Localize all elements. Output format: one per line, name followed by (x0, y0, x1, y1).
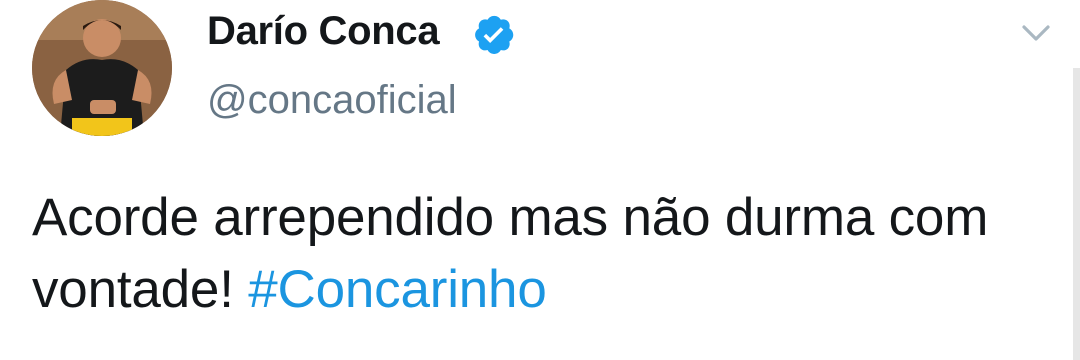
display-name[interactable]: Darío Conca (207, 9, 440, 54)
tweet-text: Acorde arrependido mas não durma com von… (32, 182, 1052, 326)
avatar[interactable] (32, 0, 172, 136)
handle[interactable]: @concaoficial (207, 78, 457, 123)
hashtag-link[interactable]: #Concarinho (248, 260, 547, 319)
chevron-down-icon[interactable] (1016, 18, 1056, 48)
scrollbar[interactable] (1073, 68, 1080, 360)
verified-badge-icon (475, 15, 514, 54)
